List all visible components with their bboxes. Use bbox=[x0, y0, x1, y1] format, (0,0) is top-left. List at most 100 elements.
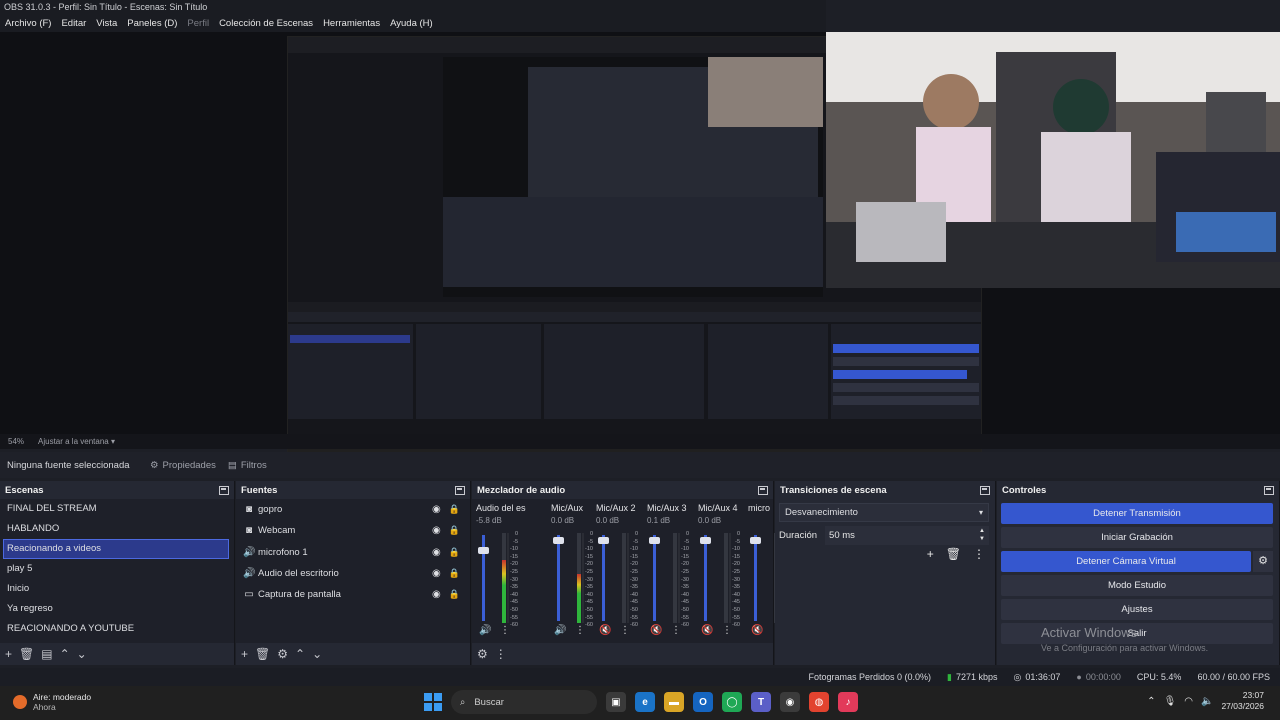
studio-mode-button[interactable]: Modo Estudio bbox=[1001, 575, 1273, 596]
source-item[interactable]: ◙ gopro ◉ 🔒 bbox=[236, 499, 470, 520]
teams-icon[interactable]: T bbox=[751, 692, 771, 712]
source-item[interactable]: ▭ Captura de pantalla ◉ 🔒 bbox=[236, 584, 470, 605]
muted-speaker-icon[interactable]: 🔇 bbox=[599, 625, 611, 636]
tiktok-icon[interactable]: ♪ bbox=[838, 692, 858, 712]
outlook-icon[interactable]: O bbox=[693, 692, 713, 712]
fit-window-dropdown[interactable]: Ajustar a la ventana ▾ bbox=[38, 437, 115, 446]
menu-editar[interactable]: Editar bbox=[61, 15, 86, 32]
eye-icon[interactable]: ◉ bbox=[432, 589, 441, 600]
trash-icon[interactable]: 🗑 bbox=[19, 647, 34, 661]
eye-icon[interactable]: ◉ bbox=[432, 568, 441, 579]
file-explorer-icon[interactable]: ▬ bbox=[664, 692, 684, 712]
edge-icon[interactable]: e bbox=[635, 692, 655, 712]
source-item[interactable]: ◙ Webcam ◉ 🔒 bbox=[236, 520, 470, 541]
menu-coleccion-escenas[interactable]: Colección de Escenas bbox=[219, 15, 313, 32]
arrow-up-icon[interactable]: ⌃ bbox=[295, 647, 305, 661]
scene-item[interactable]: play 5 bbox=[0, 559, 230, 579]
lock-icon[interactable]: 🔒 bbox=[449, 504, 460, 515]
fader-knob[interactable] bbox=[598, 537, 609, 544]
gear-icon[interactable]: ⚙ bbox=[1253, 551, 1273, 572]
arrow-up-icon[interactable]: ⌃ bbox=[60, 647, 70, 661]
volume-fader[interactable] bbox=[700, 535, 711, 621]
scene-item[interactable]: FINAL DEL STREAM bbox=[0, 499, 230, 519]
undock-icon[interactable] bbox=[758, 485, 768, 495]
eye-icon[interactable]: ◉ bbox=[432, 525, 441, 536]
scene-item[interactable]: Inicio bbox=[0, 579, 230, 599]
chrome-icon[interactable]: ◍ bbox=[809, 692, 829, 712]
more-icon[interactable]: ⋮ bbox=[973, 547, 985, 561]
taskbar-search[interactable]: ⌕ Buscar bbox=[451, 690, 597, 714]
fader-knob[interactable] bbox=[553, 537, 564, 544]
menu-ayuda[interactable]: Ayuda (H) bbox=[390, 15, 433, 32]
source-item[interactable]: 🔊 microfono 1 ◉ 🔒 bbox=[236, 542, 470, 563]
muted-speaker-icon[interactable]: 🔇 bbox=[650, 625, 662, 636]
mic-icon[interactable]: 🎙 bbox=[1164, 696, 1177, 707]
volume-fader[interactable] bbox=[649, 535, 660, 621]
fader-knob[interactable] bbox=[649, 537, 660, 544]
lock-icon[interactable]: 🔒 bbox=[449, 589, 460, 600]
filters-button[interactable]: ▤ Filtros bbox=[228, 460, 267, 471]
muted-speaker-icon[interactable]: 🔇 bbox=[701, 625, 713, 636]
source-item[interactable]: 🔊 Audio del escritorio ◉ 🔒 bbox=[236, 563, 470, 584]
chevron-up-icon[interactable]: ⌃ bbox=[1147, 696, 1155, 707]
properties-label: Propiedades bbox=[162, 459, 216, 471]
duration-input[interactable]: 50 ms ▲ ▼ bbox=[825, 526, 989, 545]
volume-fader[interactable] bbox=[478, 535, 489, 621]
undock-icon[interactable] bbox=[1264, 485, 1274, 495]
windows-start-icon[interactable] bbox=[424, 693, 442, 711]
clock[interactable]: 23:07 27/03/2026 bbox=[1221, 690, 1264, 712]
menu-vista[interactable]: Vista bbox=[96, 15, 117, 32]
properties-button[interactable]: ⚙ Propiedades bbox=[150, 460, 216, 471]
filter-icon[interactable]: ▤ bbox=[41, 647, 52, 661]
whatsapp-icon[interactable]: ◯ bbox=[722, 692, 742, 712]
scene-item-selected[interactable]: Reacionando a videos bbox=[3, 539, 229, 559]
arrow-down-icon[interactable]: ⌄ bbox=[77, 647, 87, 661]
scene-item[interactable]: HABLANDO bbox=[0, 519, 230, 539]
fader-knob[interactable] bbox=[750, 537, 761, 544]
fader-knob[interactable] bbox=[478, 547, 489, 554]
obs-icon[interactable]: ◉ bbox=[780, 692, 800, 712]
lock-icon[interactable]: 🔒 bbox=[449, 525, 460, 536]
volume-fader[interactable] bbox=[553, 535, 564, 621]
add-icon[interactable]: + bbox=[5, 647, 12, 661]
stop-virtual-camera-button[interactable]: Detener Cámara Virtual bbox=[1001, 551, 1251, 572]
trash-icon[interactable]: 🗑 bbox=[255, 647, 270, 661]
undock-icon[interactable] bbox=[219, 485, 229, 495]
gear-icon[interactable]: ⚙ bbox=[477, 647, 488, 661]
scene-item[interactable]: REACIONANDO A YOUTUBE bbox=[0, 619, 230, 639]
muted-speaker-icon[interactable]: 🔇 bbox=[751, 625, 763, 636]
add-icon[interactable]: + bbox=[241, 647, 248, 661]
undock-icon[interactable] bbox=[455, 485, 465, 495]
undock-icon[interactable] bbox=[980, 485, 990, 495]
menu-paneles[interactable]: Paneles (D) bbox=[127, 15, 177, 32]
settings-button[interactable]: Ajustes bbox=[1001, 599, 1273, 620]
weather-widget[interactable]: Aire: moderado Ahora bbox=[13, 692, 91, 712]
arrow-down-icon[interactable]: ⌄ bbox=[312, 647, 322, 661]
speaker-icon[interactable]: 🔊 bbox=[479, 625, 491, 636]
lock-icon[interactable]: 🔒 bbox=[449, 547, 460, 558]
stop-stream-button[interactable]: Detener Transmisión bbox=[1001, 503, 1273, 524]
volume-icon[interactable]: 🔈 bbox=[1201, 696, 1213, 707]
add-icon[interactable]: + bbox=[927, 547, 934, 561]
gear-icon[interactable]: ⚙ bbox=[277, 647, 288, 661]
menu-perfil[interactable]: Perfil bbox=[187, 15, 209, 32]
preview-area[interactable] bbox=[0, 32, 1280, 464]
lock-icon[interactable]: 🔒 bbox=[449, 568, 460, 579]
scene-item[interactable]: Ya regreso bbox=[0, 599, 230, 619]
task-view-icon[interactable]: ▣ bbox=[606, 692, 626, 712]
eye-icon[interactable]: ◉ bbox=[432, 504, 441, 515]
menu-herramientas[interactable]: Herramientas bbox=[323, 15, 380, 32]
fader-knob[interactable] bbox=[700, 537, 711, 544]
volume-fader[interactable] bbox=[598, 535, 609, 621]
menu-archivo[interactable]: Archivo (F) bbox=[5, 15, 51, 32]
transition-select[interactable]: Desvanecimiento bbox=[779, 503, 989, 522]
start-recording-button[interactable]: Iniciar Grabación bbox=[1001, 527, 1273, 548]
spinner-icon[interactable]: ▲ ▼ bbox=[979, 527, 985, 543]
more-icon[interactable]: ⋮ bbox=[495, 647, 507, 661]
speaker-icon[interactable]: 🔊 bbox=[554, 625, 566, 636]
eye-icon[interactable]: ◉ bbox=[432, 547, 441, 558]
trash-icon[interactable]: 🗑 bbox=[946, 547, 961, 561]
sources-title: Fuentes bbox=[241, 484, 278, 496]
wifi-icon[interactable]: ◠ bbox=[1184, 696, 1193, 707]
volume-fader[interactable] bbox=[750, 535, 761, 621]
